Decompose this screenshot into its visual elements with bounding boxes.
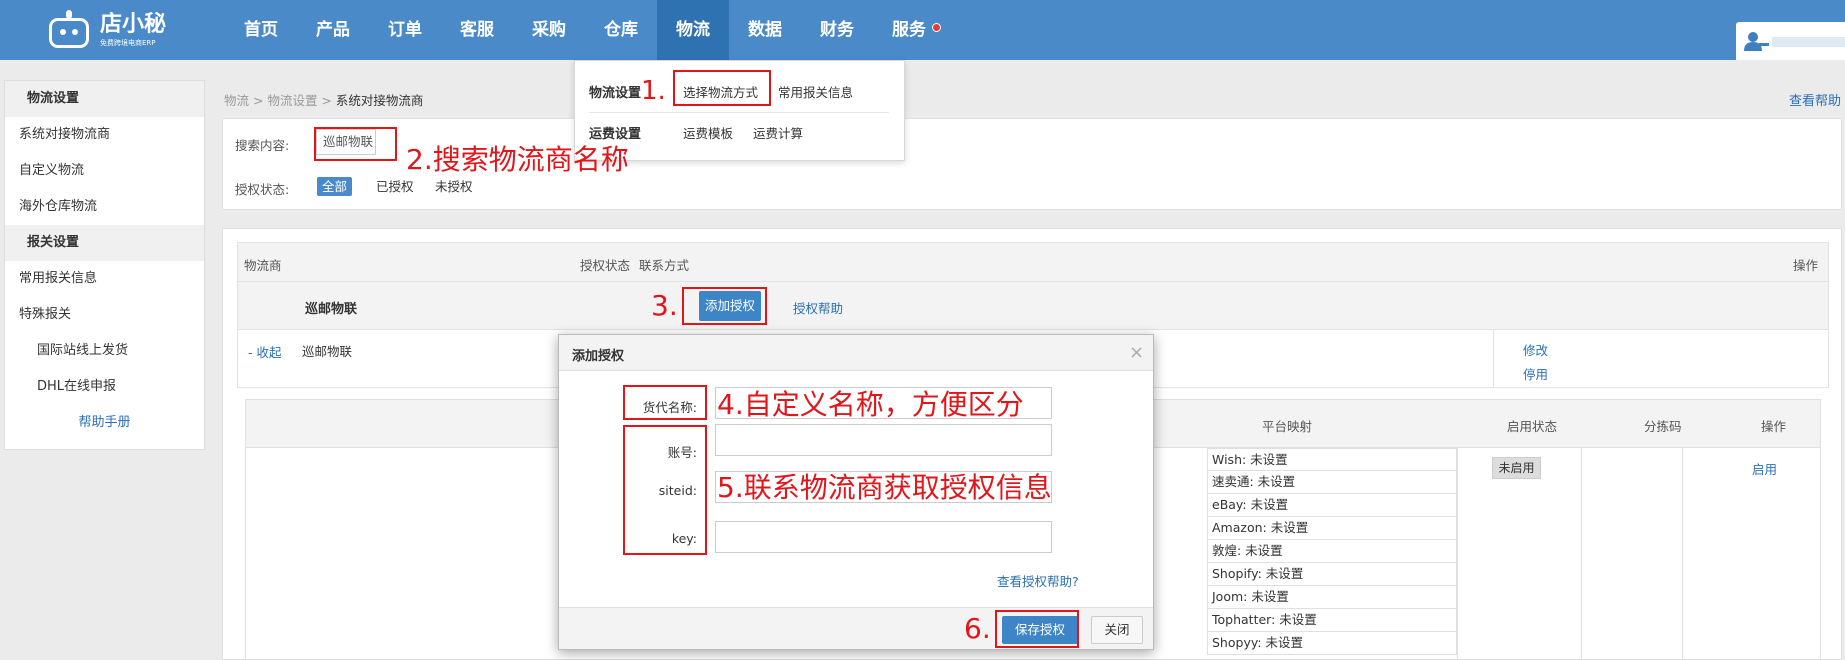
dropdown-freight-template[interactable]: 运费模板: [683, 123, 733, 142]
collapse-link[interactable]: - 收起: [248, 342, 281, 361]
dropdown-customs-info[interactable]: 常用报关信息: [778, 82, 853, 101]
main-nav: 首页 产品 订单 客服 采购 仓库 物流 数据 财务 服务: [225, 0, 945, 60]
breadcrumb-logistics[interactable]: 物流: [224, 93, 249, 108]
provider-name: 巡邮物联: [305, 302, 358, 317]
col-action: 操作: [1793, 258, 1819, 273]
modal-title: 添加授权: [572, 349, 625, 364]
filter-authorized[interactable]: 已授权: [371, 177, 419, 196]
modal-header: 添加授权 ×: [559, 335, 1153, 371]
modal-auth-help-link[interactable]: 查看授权帮助?: [997, 571, 1079, 590]
notification-dot: [932, 23, 941, 32]
platform-row: Joom: 未设置: [1207, 586, 1457, 609]
sidebar-item-overseas-warehouse[interactable]: 海外仓库物流: [5, 189, 204, 225]
platform-row: Shopyy: 未设置: [1207, 632, 1457, 655]
annotation-box-5: [623, 425, 707, 555]
annotation-step-3: 3.: [651, 289, 678, 322]
annotation-box-6: [995, 610, 1079, 648]
col-provider: 物流商: [244, 258, 282, 273]
annotation-step-6: 6.: [964, 612, 991, 645]
nav-warehouse[interactable]: 仓库: [585, 0, 657, 60]
annotation-box-1: [673, 70, 771, 106]
col-auth-status: 授权状态: [580, 258, 631, 273]
annotation-step-5: 5.联系物流商获取授权信息: [717, 471, 1052, 504]
sidebar: 物流设置 系统对接物流商 自定义物流 海外仓库物流 报关设置 常用报关信息 特殊…: [4, 80, 205, 450]
logo-title: 店小秘: [100, 12, 167, 37]
nav-purchase[interactable]: 采购: [513, 0, 585, 60]
sidebar-section-customs: 报关设置: [5, 225, 204, 261]
col-enabled-status: 启用状态: [1507, 419, 1558, 434]
provider-row: 巡邮物联 添加授权 授权帮助: [237, 282, 1829, 330]
nav-logistics[interactable]: 物流: [657, 0, 729, 60]
annotation-box-3: [682, 287, 767, 325]
platform-row: 速卖通: 未设置: [1207, 471, 1457, 494]
nav-data[interactable]: 数据: [729, 0, 801, 60]
col-platform-mapping: 平台映射: [1262, 419, 1313, 434]
user-name: [1772, 37, 1845, 47]
sidebar-item-intl-station[interactable]: 国际站线上发货: [5, 333, 204, 369]
annotation-box-2: [314, 127, 397, 161]
sidebar-item-dhl-declare[interactable]: DHL在线申报: [5, 369, 204, 405]
account-input[interactable]: [715, 424, 1052, 456]
platform-row: Tophatter: 未设置: [1207, 609, 1457, 632]
key-input[interactable]: [715, 521, 1052, 553]
nav-services[interactable]: 服务: [873, 0, 945, 60]
disable-link[interactable]: 停用: [1494, 364, 1577, 383]
breadcrumb: 物流 > 物流设置 > 系统对接物流商: [224, 93, 424, 108]
nav-home[interactable]: 首页: [225, 0, 297, 60]
user-menu[interactable]: [1736, 22, 1845, 60]
search-label: 搜索内容:: [235, 138, 290, 153]
auth-help-link[interactable]: 授权帮助: [793, 298, 843, 317]
platform-row: 敦煌: 未设置: [1207, 540, 1457, 563]
sidebar-item-customs-info[interactable]: 常用报关信息: [5, 261, 204, 297]
sidebar-item-special-customs[interactable]: 特殊报关: [5, 297, 204, 333]
view-help-link[interactable]: 查看帮助: [1789, 90, 1841, 109]
annotation-box-4: [623, 385, 707, 420]
status-badge: 未启用: [1492, 457, 1541, 479]
filter-all[interactable]: 全部: [317, 177, 353, 196]
close-icon[interactable]: ×: [1129, 342, 1144, 363]
detail-provider-name: 巡邮物联: [302, 344, 353, 359]
enable-link[interactable]: 启用: [1752, 459, 1777, 478]
sidebar-help-manual[interactable]: 帮助手册: [5, 405, 204, 441]
platform-mapping-list: Wish: 未设置 速卖通: 未设置 eBay: 未设置 Amazon: 未设置…: [1207, 448, 1457, 655]
nav-customer-service[interactable]: 客服: [441, 0, 513, 60]
close-button[interactable]: 关闭: [1091, 616, 1143, 644]
annotation-step-4: 4.自定义名称，方便区分: [717, 388, 1024, 421]
annotation-step-2: 2.搜索物流商名称: [406, 143, 629, 176]
dropdown-freight-calc[interactable]: 运费计算: [753, 123, 803, 142]
nav-orders[interactable]: 订单: [369, 0, 441, 60]
breadcrumb-current: 系统对接物流商: [335, 93, 424, 108]
nav-finance[interactable]: 财务: [801, 0, 873, 60]
dropdown-category-logistics: 物流设置: [589, 86, 642, 101]
robot-logo-icon: [46, 10, 92, 50]
col-subtable-action: 操作: [1761, 419, 1787, 434]
filter-unauthorized[interactable]: 未授权: [430, 177, 478, 196]
list-header: 物流商 授权状态 联系方式 操作: [237, 242, 1829, 282]
platform-row: Shopify: 未设置: [1207, 563, 1457, 586]
nav-products[interactable]: 产品: [297, 0, 369, 60]
sidebar-section-logistics: 物流设置: [5, 81, 204, 117]
user-icon: [1744, 32, 1769, 51]
sidebar-item-system-carriers[interactable]: 系统对接物流商: [5, 117, 204, 153]
top-navbar: 店小秘 免费跨境电商ERP 首页 产品 订单 客服 采购 仓库 物流 数据 财务…: [0, 0, 1845, 60]
auth-status-label: 授权状态:: [235, 182, 290, 197]
logo[interactable]: 店小秘 免费跨境电商ERP: [46, 7, 176, 53]
edit-link[interactable]: 修改: [1494, 340, 1577, 359]
sidebar-item-custom-logistics[interactable]: 自定义物流: [5, 153, 204, 189]
col-sort-code: 分拣码: [1644, 419, 1682, 434]
annotation-step-1: 1.: [641, 76, 666, 106]
dropdown-divider: [589, 112, 889, 113]
logo-subtitle: 免费跨境电商ERP: [100, 39, 156, 47]
platform-row: Amazon: 未设置: [1207, 517, 1457, 540]
platform-row: eBay: 未设置: [1207, 494, 1457, 517]
detail-actions: 修改 停用: [1493, 330, 1577, 387]
col-contact: 联系方式: [639, 258, 690, 273]
breadcrumb-logistics-settings[interactable]: 物流设置: [267, 93, 317, 108]
platform-row: Wish: 未设置: [1207, 448, 1457, 471]
